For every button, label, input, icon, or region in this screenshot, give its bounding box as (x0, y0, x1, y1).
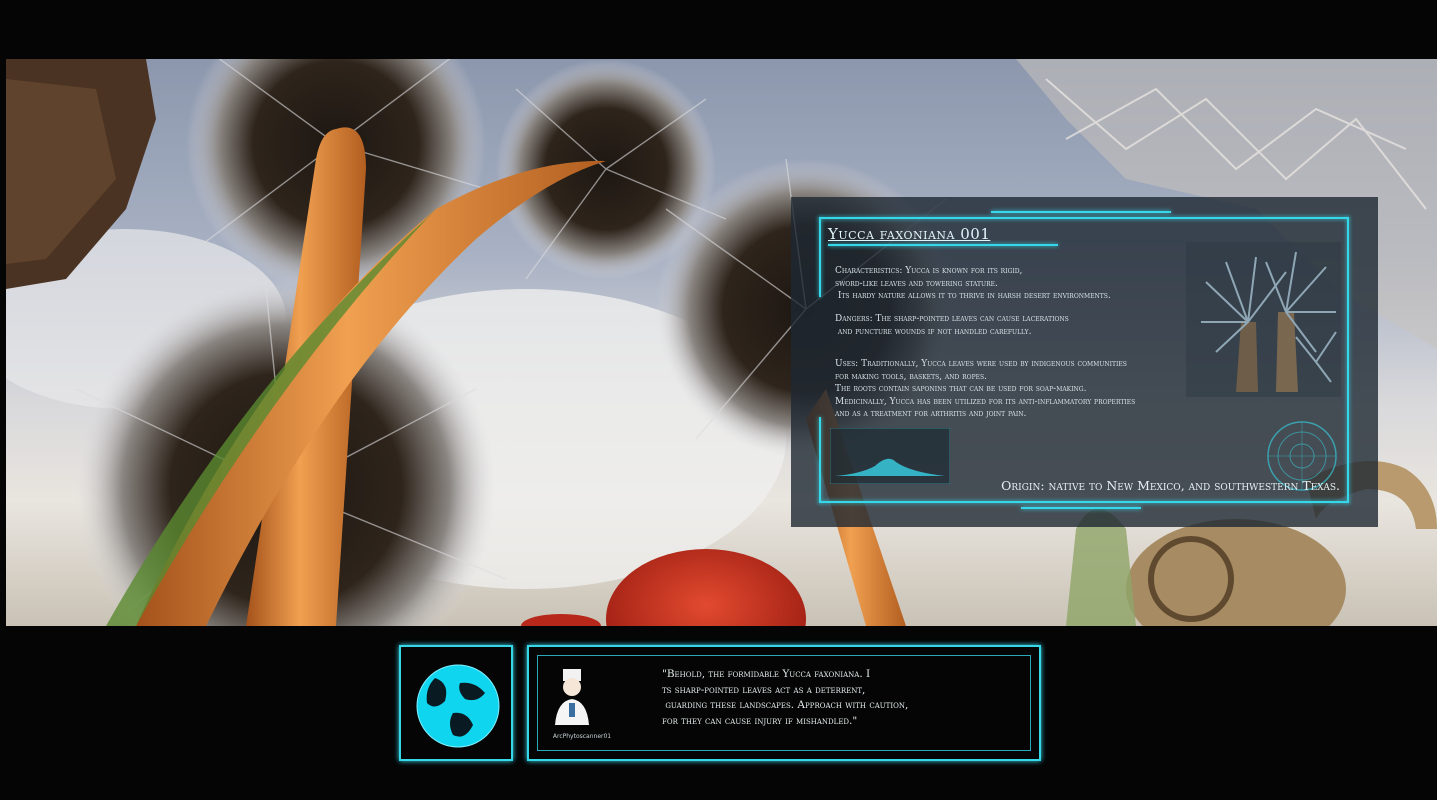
globe-icon (416, 664, 500, 748)
speech-frame: ArcPhytoscanner01 "Behold, the formidabl… (527, 645, 1041, 761)
plant-thumbnail (1186, 242, 1341, 397)
dangers-text: Dangers: The sharp-pointed leaves can ca… (835, 314, 1069, 337)
panel-frame-accent (991, 211, 1171, 213)
panel-frame-left (819, 217, 821, 297)
panel-frame-left-lower (819, 417, 821, 503)
title-underline (828, 244, 1058, 246)
speaker-name: ArcPhytoscanner01 (552, 733, 612, 740)
globe-frame (399, 645, 513, 761)
species-title: Yucca faxoniana 001 (828, 225, 991, 243)
waveform-graph (830, 428, 950, 484)
origin-text: Origin: native to New Mexico, and southw… (1001, 478, 1340, 493)
dialogue-text: "Behold, the formidable Yucca faxoniana.… (662, 668, 909, 727)
dialogue-box: ArcPhytoscanner01 "Behold, the formidabl… (399, 645, 1042, 763)
panel-frame-right (1347, 217, 1349, 503)
panel-frame-bottom (819, 501, 1349, 503)
scientist-avatar (555, 669, 589, 725)
species-info-panel: Yucca faxoniana 001 Characteristics: Yuc… (791, 197, 1378, 527)
uses-text: Uses: Traditionally, Yucca leaves were u… (835, 359, 1136, 419)
panel-frame-top (819, 217, 1349, 219)
panel-frame-accent-bottom (1021, 507, 1141, 509)
characteristics-text: Characteristics: Yucca is known for its … (835, 266, 1111, 301)
